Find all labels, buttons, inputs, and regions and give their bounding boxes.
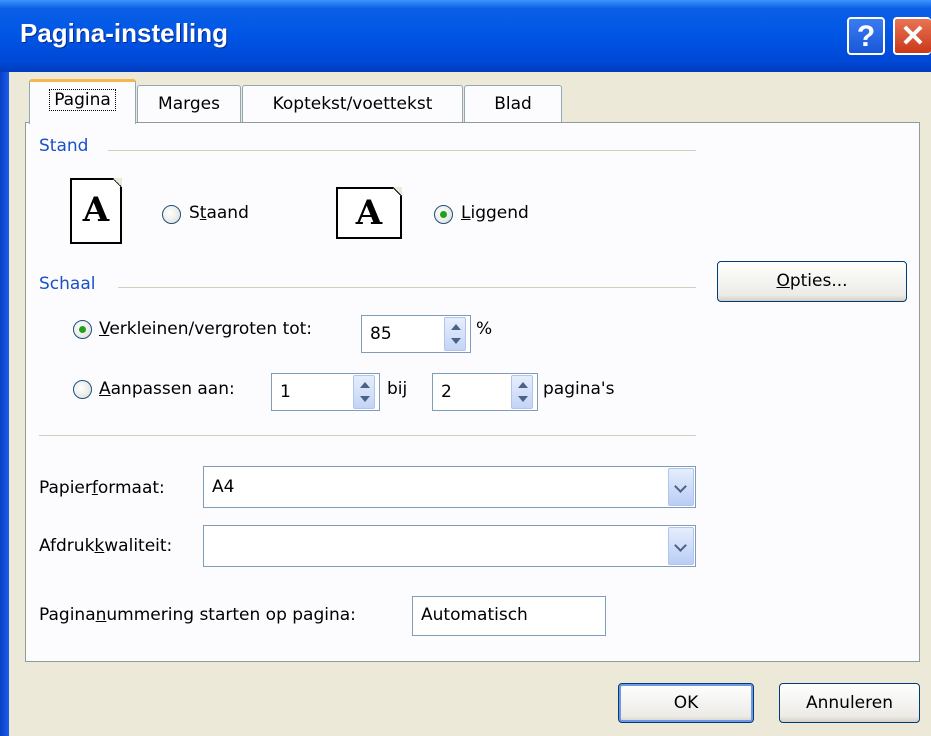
scale-percent-unit: % [476,319,493,339]
window-title: Pagina-instelling [20,18,229,48]
chevron-down-icon[interactable] [668,468,694,506]
ok-button[interactable]: OK [618,683,754,723]
chevron-down-icon[interactable] [668,527,694,565]
options-button[interactable]: Opties... [717,261,907,302]
first-page-number-input[interactable]: Automatisch [412,596,606,636]
stand-group-line [108,150,696,151]
fit-pages-unit: pagina's [543,379,615,399]
section-separator [39,435,696,436]
window-left-border [0,72,9,736]
portrait-label[interactable]: Staand [189,203,249,223]
scale-percent-spinner[interactable] [444,317,466,351]
adjust-label[interactable]: Verkleinen/vergroten tot: [99,319,312,339]
schaal-group-label: Schaal [39,274,96,294]
cancel-button[interactable]: Annuleren [779,683,920,723]
close-icon: ✕ [900,20,926,53]
tab-panel-pagina: Stand A Staand A Liggend Schaal Verklein… [25,122,920,662]
portrait-page-icon: A [70,178,122,244]
tab-marges[interactable]: Marges [137,85,241,123]
landscape-radio[interactable] [434,205,453,224]
help-icon: ? [856,20,876,53]
tab-pagina-label: Pagina [49,89,116,111]
paper-size-select[interactable]: A4 [203,466,696,508]
first-page-number-label: Paginanummering starten op pagina: [39,605,356,625]
tab-koptekst-voettekst[interactable]: Koptekst/voettekst [242,85,463,123]
portrait-radio[interactable] [162,205,181,224]
tab-blad[interactable]: Blad [464,85,562,123]
landscape-label[interactable]: Liggend [461,203,529,223]
help-button[interactable]: ? [847,17,885,55]
fit-label[interactable]: Aanpassen aan: [99,379,235,399]
paper-size-label: Papierformaat: [39,478,165,498]
close-button[interactable]: ✕ [893,17,931,55]
landscape-page-icon: A [336,187,402,239]
print-quality-select[interactable] [203,525,696,567]
fit-radio[interactable] [73,380,92,399]
title-bar[interactable]: Pagina-instelling ? ✕ [0,0,931,72]
fit-bij-label: bij [387,379,408,399]
tab-koptekst-label: Koptekst/voettekst [272,94,433,114]
schaal-group-line [118,287,696,288]
tab-pagina[interactable]: Pagina [29,79,136,124]
tab-blad-label: Blad [494,94,532,114]
fit-pages-wide-spinner[interactable] [353,375,375,409]
print-quality-label: Afdrukkwaliteit: [39,536,173,556]
adjust-radio[interactable] [73,320,92,339]
fit-pages-tall-spinner[interactable] [511,375,533,409]
tab-marges-label: Marges [158,94,220,114]
stand-group-label: Stand [39,136,89,156]
